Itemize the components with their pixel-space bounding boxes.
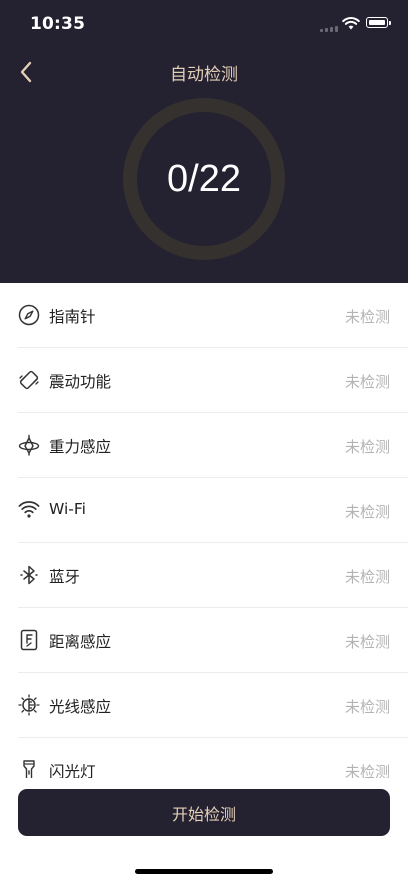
home-indicator[interactable] xyxy=(135,869,273,874)
compass-icon xyxy=(18,304,40,326)
start-check-button[interactable]: 开始检测 xyxy=(18,789,390,836)
battery-icon xyxy=(366,17,391,28)
cellular-signal-icon xyxy=(320,26,340,32)
check-item-label: 震动功能 xyxy=(49,373,112,391)
progress-count: 0/22 xyxy=(167,157,241,200)
page-title: 自动检测 xyxy=(170,65,238,85)
check-item-bluetooth[interactable]: 蓝牙 未检测 xyxy=(18,543,408,608)
check-item-label: 重力感应 xyxy=(49,438,112,456)
check-item-status: 未检测 xyxy=(344,308,390,326)
check-item-status: 未检测 xyxy=(344,698,390,716)
check-item-status: 未检测 xyxy=(344,438,390,456)
check-item-compass[interactable]: 指南针 未检测 xyxy=(18,283,408,348)
check-item-status: 未检测 xyxy=(344,373,390,391)
check-item-status: 未检测 xyxy=(344,503,390,521)
check-item-label: 指南针 xyxy=(49,308,96,326)
light-sensor-icon xyxy=(18,694,40,716)
header: 10:35 自动检测 0/22 xyxy=(0,0,408,283)
check-item-gravity[interactable]: 重力感应 未检测 xyxy=(18,413,408,478)
wifi-icon xyxy=(18,501,40,518)
status-bar: 10:35 xyxy=(0,0,408,48)
check-item-light-sensor[interactable]: 光线感应 未检测 xyxy=(18,673,408,738)
proximity-sensor-icon xyxy=(20,629,38,651)
check-list: 指南针 未检测 震动功能 未检测 重力感应 未检测 Wi-Fi 未检测 蓝牙 未… xyxy=(0,283,408,803)
check-item-label: 光线感应 xyxy=(49,698,112,716)
status-wifi-icon xyxy=(342,17,360,30)
check-item-wifi[interactable]: Wi-Fi 未检测 xyxy=(18,478,408,543)
bluetooth-icon xyxy=(20,565,38,585)
check-item-proximity[interactable]: 距离感应 未检测 xyxy=(18,608,408,673)
status-time: 10:35 xyxy=(30,14,86,34)
check-item-status: 未检测 xyxy=(344,568,390,586)
check-item-label: Wi-Fi xyxy=(49,500,86,518)
check-item-label: 蓝牙 xyxy=(49,568,81,586)
check-item-label: 距离感应 xyxy=(49,633,112,651)
check-item-status: 未检测 xyxy=(344,633,390,651)
gyroscope-icon xyxy=(18,434,40,456)
vibration-icon xyxy=(19,370,39,390)
check-item-vibration[interactable]: 震动功能 未检测 xyxy=(18,348,408,413)
